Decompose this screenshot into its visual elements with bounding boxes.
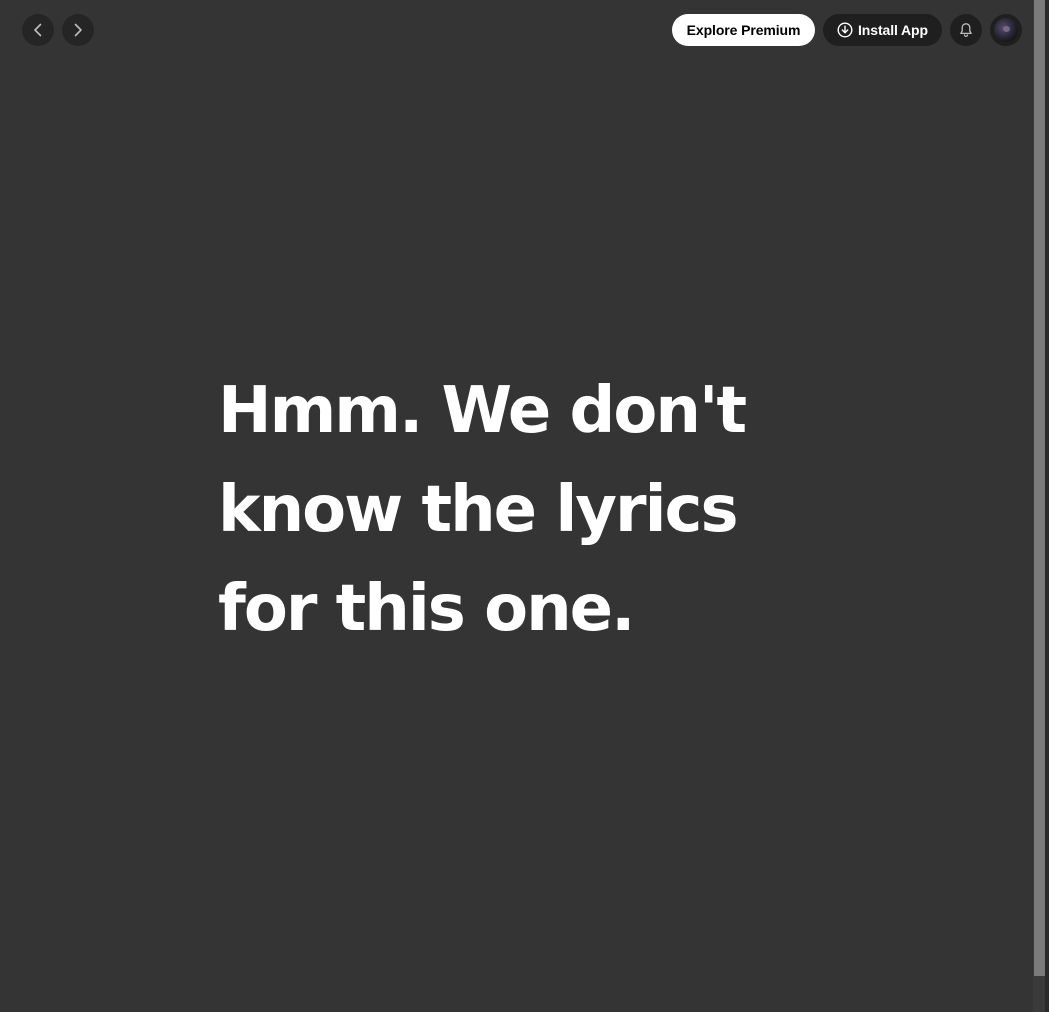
install-app-button[interactable]: Install App: [823, 14, 942, 46]
scrollbar-thumb[interactable]: [1034, 0, 1045, 976]
no-lyrics-message: Hmm. We don't know the lyrics for this o…: [218, 374, 747, 646]
chevron-right-icon: [74, 23, 82, 37]
notifications-button[interactable]: [950, 14, 982, 46]
back-button[interactable]: [22, 14, 54, 46]
download-circle-icon: [837, 22, 853, 38]
avatar: [994, 18, 1018, 42]
install-app-label: Install App: [858, 22, 928, 38]
window-edge: [1045, 0, 1049, 1012]
explore-premium-label: Explore Premium: [686, 22, 801, 38]
forward-button[interactable]: [62, 14, 94, 46]
user-menu-button[interactable]: [990, 14, 1022, 46]
lyrics-view: Explore Premium Install App Hmm. We don'…: [0, 0, 1049, 1012]
explore-premium-button[interactable]: Explore Premium: [672, 14, 815, 46]
chevron-left-icon: [34, 23, 42, 37]
bell-icon: [960, 23, 972, 38]
